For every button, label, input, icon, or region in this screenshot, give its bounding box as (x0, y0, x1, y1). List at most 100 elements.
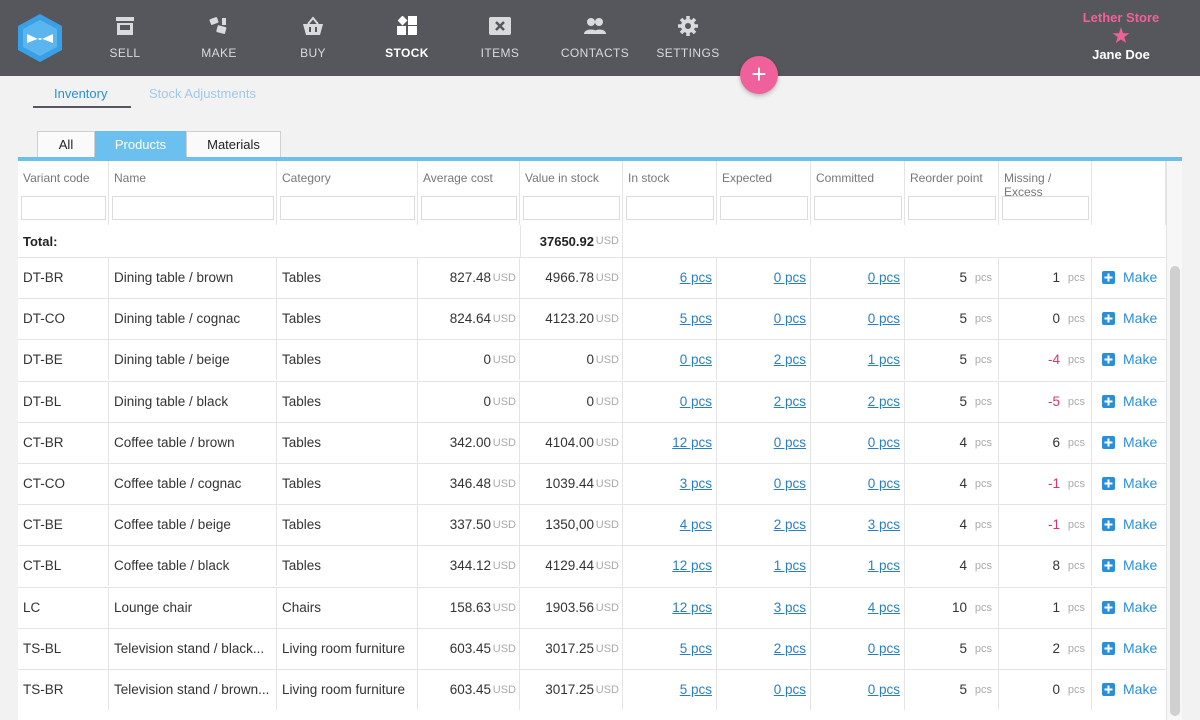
column-header-category[interactable]: Category (277, 161, 418, 225)
make-button[interactable]: Make (1102, 681, 1157, 697)
column-header-reorder-point[interactable]: Reorder point (905, 161, 999, 225)
in-stock-link[interactable]: 6 pcs (680, 270, 712, 285)
make-cell: Make (1092, 464, 1166, 504)
column-filter-input[interactable] (112, 196, 274, 220)
in-stock-link[interactable]: 0 pcs (680, 394, 712, 409)
table-row[interactable]: CT-BR Coffee table / brown Tables 342.00 USD… (18, 422, 1166, 463)
committed-link[interactable]: 2 pcs (868, 394, 900, 409)
committed-link[interactable]: 3 pcs (868, 517, 900, 532)
table-row[interactable]: DT-BE Dining table / beige Tables 0 USD 0 USD 0… (18, 339, 1166, 380)
in-stock-link[interactable]: 4 pcs (680, 517, 712, 532)
expected-link[interactable]: 0 pcs (774, 270, 806, 285)
column-filter-input[interactable] (908, 196, 996, 220)
column-filter-input[interactable] (523, 196, 620, 220)
column-header-variant-code[interactable]: Variant code (18, 161, 109, 225)
column-filter-input[interactable] (814, 196, 902, 220)
column-filter-input[interactable] (626, 196, 714, 220)
expected-link[interactable]: 3 pcs (774, 600, 806, 615)
table-row[interactable]: CT-BE Coffee table / beige Tables 337.50 USD… (18, 504, 1166, 545)
in-stock-link[interactable]: 5 pcs (680, 311, 712, 326)
column-header-name[interactable]: Name (109, 161, 277, 225)
expected-link[interactable]: 2 pcs (774, 352, 806, 367)
app-logo-icon[interactable] (18, 14, 62, 62)
name-text: Dining table / beige (114, 352, 230, 367)
filter-tab-all[interactable]: All (37, 131, 95, 158)
category-text: Tables (282, 435, 322, 450)
column-header-average-cost[interactable]: Average cost (418, 161, 520, 225)
scrollbar-thumb[interactable] (1170, 266, 1180, 716)
committed-link[interactable]: 0 pcs (868, 476, 900, 491)
expected-link[interactable]: 0 pcs (774, 311, 806, 326)
expected-link[interactable]: 0 pcs (774, 476, 806, 491)
expected-link[interactable]: 2 pcs (774, 517, 806, 532)
table-row[interactable]: CT-CO Coffee table / cognac Tables 346.48 US… (18, 463, 1166, 504)
in-stock-link[interactable]: 5 pcs (680, 641, 712, 656)
expected-link[interactable]: 0 pcs (774, 435, 806, 450)
in-stock-link[interactable]: 12 pcs (672, 558, 712, 573)
committed-link[interactable]: 0 pcs (868, 682, 900, 697)
column-header-value-in-stock[interactable]: Value in stock (520, 161, 623, 225)
committed-link[interactable]: 0 pcs (868, 270, 900, 285)
expected-link[interactable]: 2 pcs (774, 394, 806, 409)
committed-link[interactable]: 0 pcs (868, 641, 900, 656)
in-stock-link[interactable]: 3 pcs (680, 476, 712, 491)
make-cell: Make (1092, 382, 1166, 422)
committed-link[interactable]: 1 pcs (868, 558, 900, 573)
make-button[interactable]: Make (1102, 434, 1157, 450)
nav-make[interactable]: MAKE (191, 0, 247, 76)
make-button[interactable]: Make (1102, 269, 1157, 285)
in-stock-link[interactable]: 0 pcs (680, 352, 712, 367)
make-button[interactable]: Make (1102, 475, 1157, 491)
account-menu[interactable]: Lether Store ★ Jane Doe (1066, 10, 1176, 62)
total-value: 37650.92 (539, 234, 594, 249)
add-button[interactable]: + (740, 56, 778, 94)
table-row[interactable]: TS-BR Television stand / brown... Living r… (18, 669, 1166, 710)
column-header-expected[interactable]: Expected (717, 161, 811, 225)
nav-contacts[interactable]: CONTACTS (560, 0, 630, 76)
expected-link[interactable]: 2 pcs (774, 641, 806, 656)
make-button[interactable]: Make (1102, 599, 1157, 615)
add-box-icon (1102, 270, 1115, 284)
quantity-unit: pcs (974, 354, 992, 366)
column-filter-input[interactable] (280, 196, 415, 220)
filter-tab-products[interactable]: Products (95, 131, 186, 158)
committed-link[interactable]: 4 pcs (868, 600, 900, 615)
expected-cell: 2 pcs (717, 382, 811, 422)
tab-inventory[interactable]: Inventory (54, 86, 107, 101)
table-row[interactable]: DT-BR Dining table / brown Tables 827.48 USD… (18, 257, 1166, 298)
column-header-in-stock[interactable]: In stock (623, 161, 717, 225)
table-row[interactable]: DT-BL Dining table / black Tables 0 USD 0 USD 0… (18, 381, 1166, 422)
make-button[interactable]: Make (1102, 640, 1157, 656)
committed-link[interactable]: 0 pcs (868, 435, 900, 450)
nav-buy[interactable]: BUY (285, 0, 341, 76)
make-button[interactable]: Make (1102, 310, 1157, 326)
table-row[interactable]: TS-BL Television stand / black... Living r… (18, 628, 1166, 669)
make-button[interactable]: Make (1102, 557, 1157, 573)
table-row[interactable]: LC Lounge chair Chairs 158.63 USD 1903.56 USD 1… (18, 587, 1166, 628)
table-row[interactable]: DT-CO Dining table / cognac Tables 824.64 US… (18, 298, 1166, 339)
column-filter-input[interactable] (1002, 196, 1089, 220)
make-button[interactable]: Make (1102, 351, 1157, 367)
vertical-scrollbar[interactable] (1166, 161, 1182, 720)
column-filter-input[interactable] (421, 196, 517, 220)
expected-link[interactable]: 0 pcs (774, 682, 806, 697)
nav-sell[interactable]: SELL (97, 0, 153, 76)
committed-link[interactable]: 1 pcs (868, 352, 900, 367)
column-header-missing-excess[interactable]: Missing / Excess (999, 161, 1092, 225)
table-row[interactable]: CT-BL Coffee table / black Tables 344.12 USD… (18, 545, 1166, 586)
committed-link[interactable]: 0 pcs (868, 311, 900, 326)
make-button[interactable]: Make (1102, 516, 1157, 532)
make-button[interactable]: Make (1102, 393, 1157, 409)
tab-stock-adjustments[interactable]: Stock Adjustments (149, 86, 256, 101)
expected-link[interactable]: 1 pcs (774, 558, 806, 573)
in-stock-link[interactable]: 5 pcs (680, 682, 712, 697)
in-stock-link[interactable]: 12 pcs (672, 600, 712, 615)
column-filter-input[interactable] (21, 196, 106, 220)
column-header-committed[interactable]: Committed (811, 161, 905, 225)
column-filter-input[interactable] (720, 196, 808, 220)
in-stock-link[interactable]: 12 pcs (672, 435, 712, 450)
filter-tab-materials[interactable]: Materials (186, 131, 281, 158)
nav-settings[interactable]: SETTINGS (655, 0, 721, 76)
nav-stock[interactable]: STOCK (379, 0, 435, 76)
nav-items[interactable]: ITEMS (472, 0, 528, 76)
